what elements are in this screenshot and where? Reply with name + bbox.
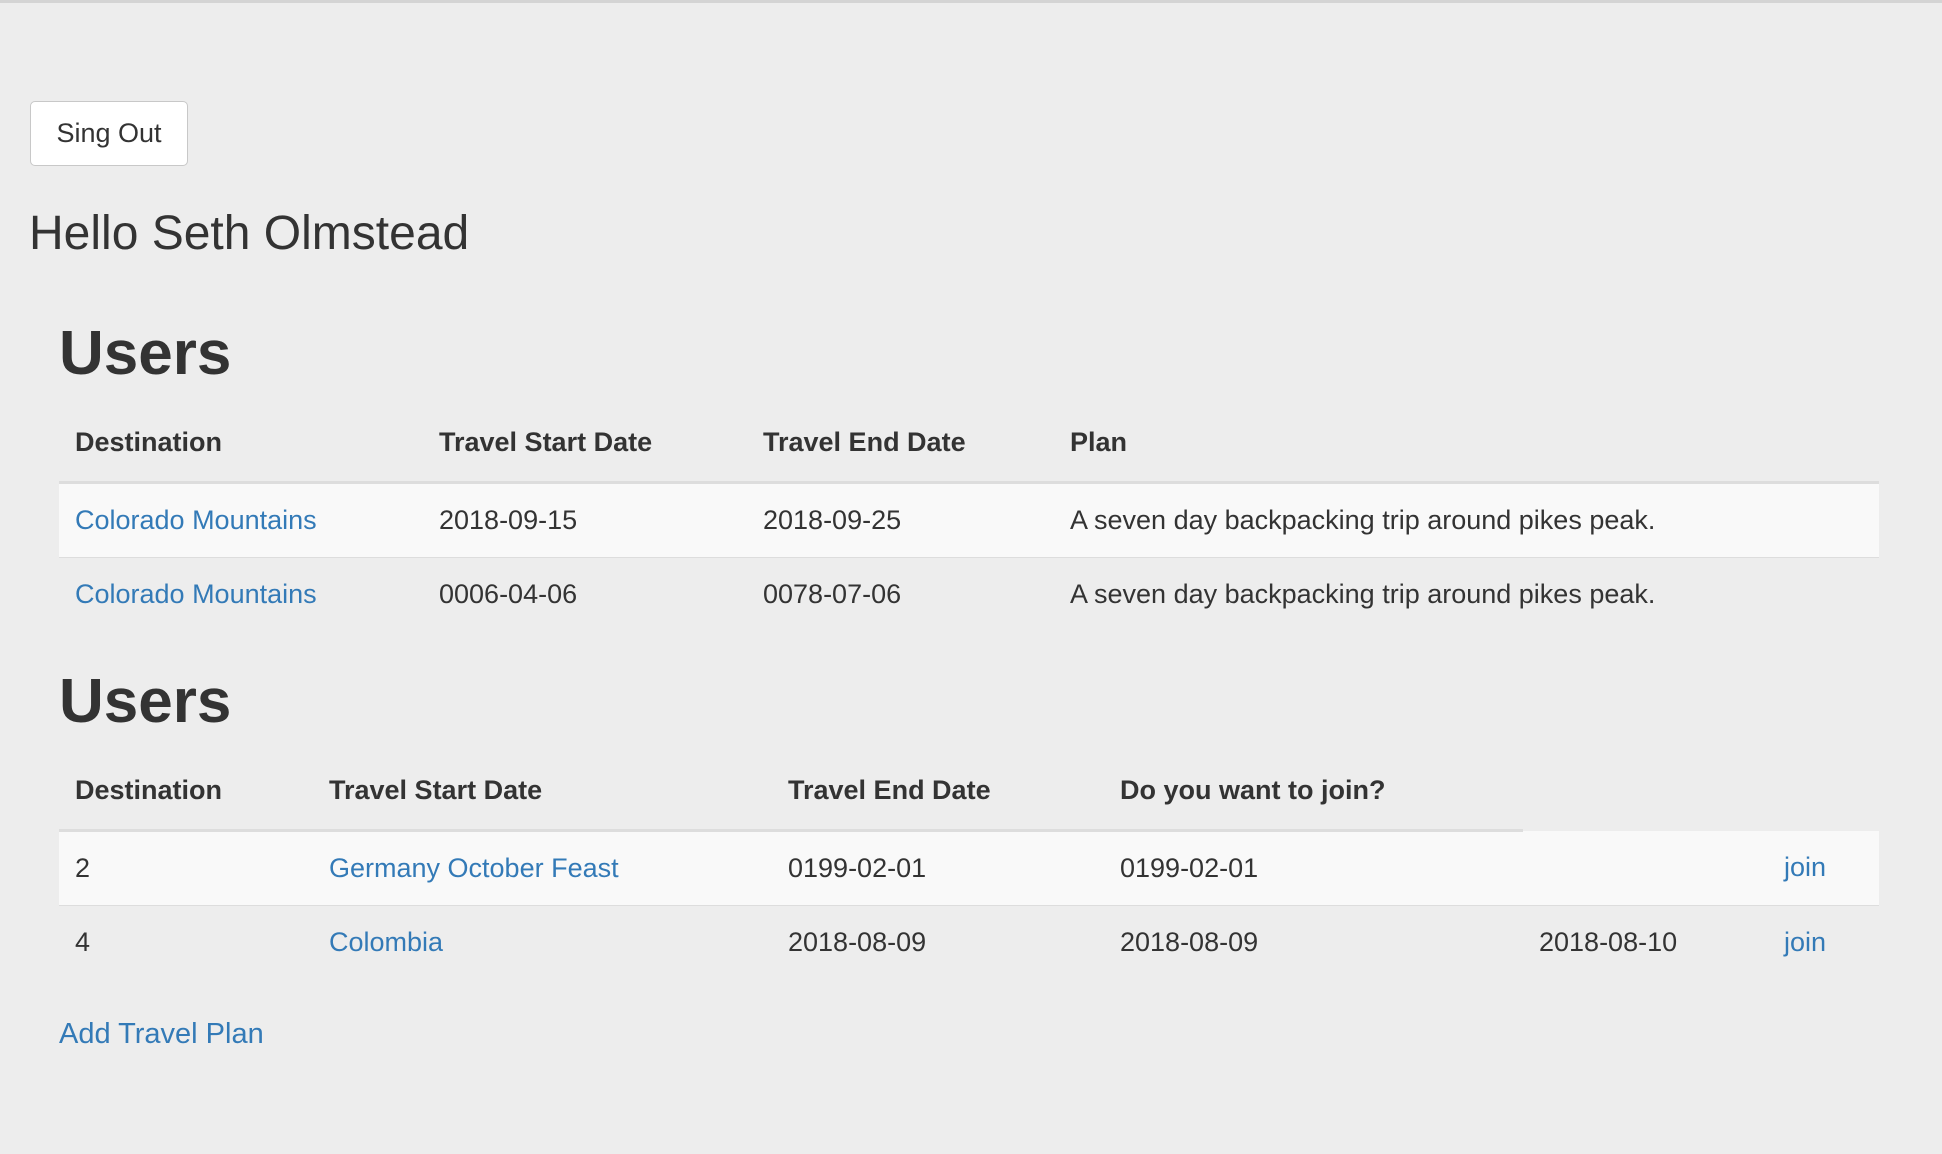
start-date-cell: 2018-08-09 (788, 927, 927, 957)
extra-date-cell: 2018-08-10 (1539, 927, 1678, 957)
destination-cell: Colorado Mountains (59, 482, 423, 558)
plan-cell: A seven day backpacking trip around pike… (1070, 579, 1656, 609)
start-date-cell: 2018-09-15 (423, 482, 747, 558)
other-plans-table: Destination Travel Start Date Travel End… (59, 751, 1879, 979)
destination-link[interactable]: Colorado Mountains (75, 579, 317, 609)
table-header-row: Destination Travel Start Date Travel End… (59, 403, 1879, 484)
start-date-cell: 0006-04-06 (439, 579, 578, 609)
greeting-heading: Hello Seth Olmstead (29, 207, 470, 260)
destination-cell: Germany October Feast (313, 830, 772, 906)
end-date-cell: 2018-08-09 (1120, 927, 1259, 957)
destination-link[interactable]: Germany October Feast (329, 853, 619, 883)
table-row: Colorado Mountains 2018-09-15 2018-09-25… (59, 482, 1879, 558)
my-plans-title: Users (59, 319, 232, 388)
id-cell: 2 (59, 830, 313, 906)
action-cell: join (1768, 906, 1879, 980)
column-header-end-date: Travel End Date (772, 751, 1104, 832)
id-cell: 4 (75, 927, 91, 957)
destination-cell: Colombia (313, 906, 772, 980)
column-header-plan: Plan (1054, 403, 1879, 484)
sign-out-button[interactable]: Sing Out (30, 101, 188, 166)
my-plans-table: Destination Travel Start Date Travel End… (59, 403, 1879, 631)
other-plans-title: Users (59, 667, 232, 736)
destination-cell: Colorado Mountains (59, 558, 423, 632)
destination-link[interactable]: Colombia (329, 927, 443, 957)
table-row: 2 Germany October Feast 0199-02-01 0199-… (59, 830, 1879, 906)
table-header-row: Destination Travel Start Date Travel End… (59, 751, 1879, 832)
action-cell: join (1768, 830, 1879, 906)
join-link[interactable]: join (1784, 852, 1826, 882)
end-date-cell: 0078-07-06 (763, 579, 902, 609)
start-date-cell: 0199-02-01 (772, 830, 1104, 906)
column-header-end-date: Travel End Date (747, 403, 1054, 484)
column-header-destination: Destination (59, 403, 423, 484)
destination-link[interactable]: Colorado Mountains (75, 505, 317, 535)
column-header-start-date: Travel Start Date (313, 751, 772, 832)
extra-date-cell (1523, 830, 1768, 906)
column-header-empty (1768, 751, 1879, 831)
end-date-cell: 2018-09-25 (747, 482, 1054, 558)
add-travel-plan-link[interactable]: Add Travel Plan (59, 1018, 264, 1051)
column-header-destination: Destination (59, 751, 313, 832)
top-divider (0, 0, 1942, 3)
table-row: Colorado Mountains 0006-04-06 0078-07-06… (59, 558, 1879, 632)
end-date-cell: 0199-02-01 (1104, 830, 1523, 906)
plan-cell: A seven day backpacking trip around pike… (1054, 482, 1879, 558)
join-link[interactable]: join (1784, 927, 1826, 957)
column-header-empty (1523, 751, 1768, 831)
table-row: 4 Colombia 2018-08-09 2018-08-09 2018-08… (59, 906, 1879, 980)
column-header-start-date: Travel Start Date (423, 403, 747, 484)
column-header-join: Do you want to join? (1104, 751, 1523, 832)
